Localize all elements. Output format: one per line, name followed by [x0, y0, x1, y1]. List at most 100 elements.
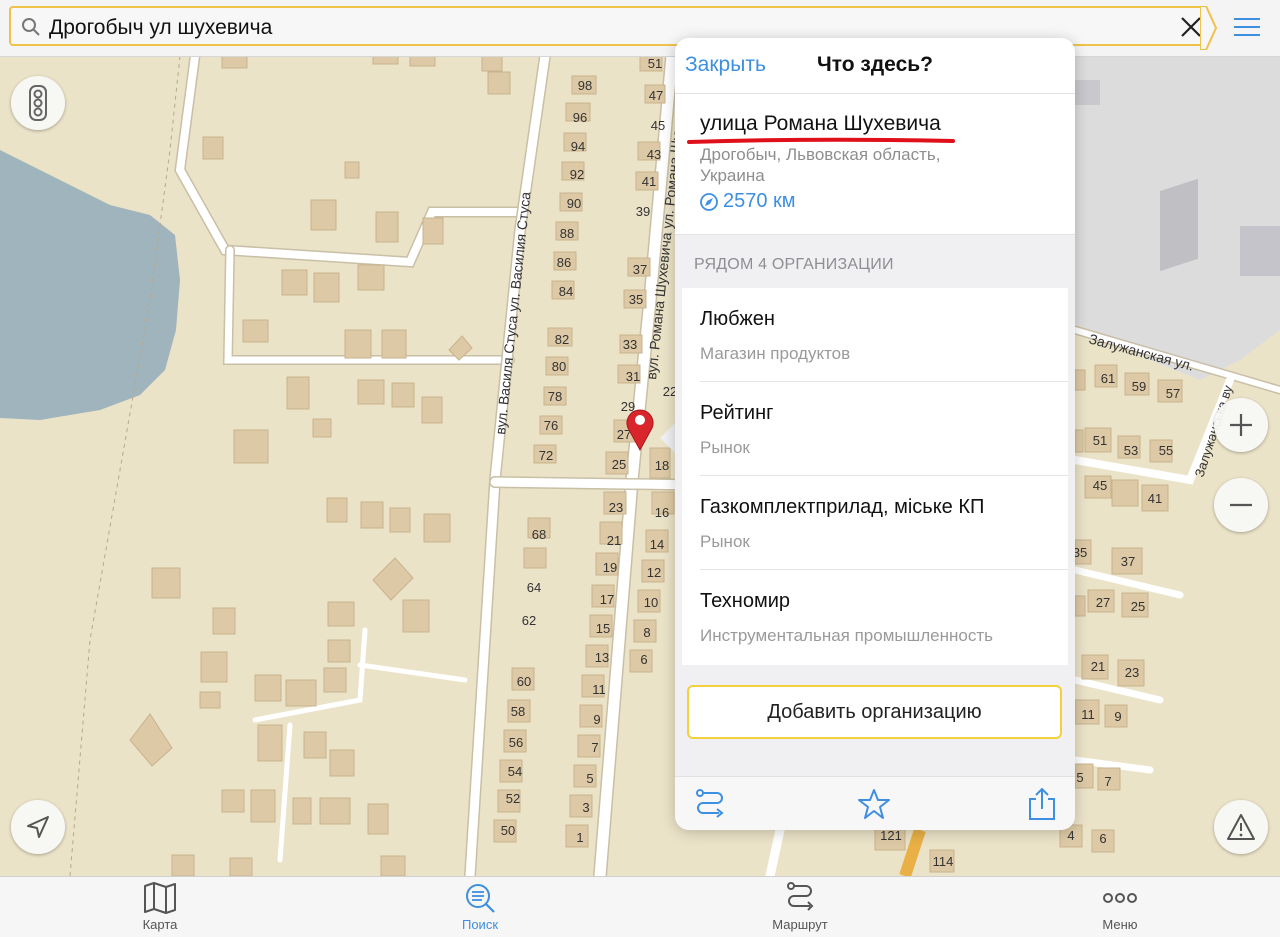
- svg-text:8: 8: [643, 625, 650, 640]
- route-icon: [787, 882, 814, 911]
- hamburger-menu-icon[interactable]: [1232, 15, 1262, 39]
- svg-text:61: 61: [1101, 371, 1115, 386]
- org-name: Техномир: [700, 590, 790, 612]
- svg-text:7: 7: [1104, 774, 1111, 789]
- svg-text:35: 35: [629, 292, 643, 307]
- tab-route[interactable]: Маршрут: [720, 877, 880, 937]
- org-item[interactable]: Газкомплектприлад, міське КП Рынок: [682, 476, 1068, 570]
- svg-text:19: 19: [603, 560, 617, 575]
- svg-text:43: 43: [647, 147, 661, 162]
- svg-text:9: 9: [1114, 709, 1121, 724]
- star-icon[interactable]: [857, 787, 891, 821]
- zoom-out-button[interactable]: [1214, 478, 1268, 532]
- org-type: Рынок: [700, 532, 750, 551]
- svg-text:84: 84: [559, 284, 573, 299]
- svg-text:41: 41: [1148, 491, 1162, 506]
- top-bar: Дрогобыч ул шухевича: [0, 0, 1280, 57]
- svg-text:98: 98: [578, 78, 592, 93]
- svg-text:64: 64: [527, 580, 541, 595]
- svg-text:17: 17: [600, 592, 614, 607]
- minus-icon: [1230, 503, 1252, 507]
- svg-text:82: 82: [555, 332, 569, 347]
- svg-text:62: 62: [522, 613, 536, 628]
- tab-bar: Карта Поиск Маршрут Меню: [0, 876, 1280, 937]
- svg-text:78: 78: [548, 389, 562, 404]
- organization-list: Любжен Магазин продуктов Рейтинг Рынок Г…: [682, 288, 1068, 665]
- tab-label: Карта: [142, 917, 178, 932]
- distance-value: 2570 км: [723, 190, 796, 212]
- map-icon: [144, 882, 176, 914]
- tab-label: Маршрут: [772, 917, 828, 932]
- svg-text:53: 53: [1124, 443, 1138, 458]
- svg-text:56: 56: [509, 735, 523, 750]
- svg-text:121: 121: [880, 828, 902, 843]
- svg-text:10: 10: [644, 595, 658, 610]
- map-canvas[interactable]: вул. Василя Стуса ул. Василия Стуса вул.…: [0, 0, 1280, 876]
- svg-text:86: 86: [557, 255, 571, 270]
- nearby-header: РЯДОМ 4 ОРГАНИЗАЦИИ: [694, 256, 894, 273]
- org-item[interactable]: Рейтинг Рынок: [682, 382, 1068, 476]
- svg-text:52: 52: [506, 791, 520, 806]
- svg-text:21: 21: [607, 533, 621, 548]
- share-icon[interactable]: [1025, 787, 1059, 821]
- nearby-section: РЯДОМ 4 ОРГАНИЗАЦИИ Любжен Магазин проду…: [675, 234, 1075, 777]
- svg-text:58: 58: [511, 704, 525, 719]
- svg-text:4: 4: [1067, 828, 1074, 843]
- svg-text:1: 1: [576, 830, 583, 845]
- svg-text:80: 80: [552, 359, 566, 374]
- org-type: Магазин продуктов: [700, 344, 851, 363]
- svg-text:33: 33: [623, 337, 637, 352]
- traffic-button[interactable]: [11, 76, 65, 130]
- svg-text:6: 6: [1099, 831, 1106, 846]
- svg-text:47: 47: [649, 88, 663, 103]
- svg-text:55: 55: [1159, 443, 1173, 458]
- svg-text:37: 37: [1121, 554, 1135, 569]
- tab-map[interactable]: Карта: [80, 877, 240, 937]
- svg-text:92: 92: [570, 167, 584, 182]
- svg-text:114: 114: [933, 854, 954, 869]
- popover-arrow: [660, 422, 676, 454]
- org-type: Инструментальная промышленность: [700, 626, 994, 645]
- add-organization-button[interactable]: Добавить организацию: [687, 685, 1062, 739]
- map-svg[interactable]: вул. Василя Стуса ул. Василия Стуса вул.…: [0, 0, 1280, 876]
- search-input[interactable]: Дрогобыч ул шухевича: [49, 16, 272, 40]
- search-icon: [22, 18, 40, 36]
- svg-text:68: 68: [532, 527, 546, 542]
- svg-text:25: 25: [612, 457, 626, 472]
- svg-text:14: 14: [650, 537, 664, 552]
- tab-label: Меню: [1102, 917, 1138, 932]
- org-name: Любжен: [700, 308, 775, 330]
- route-icon[interactable]: [693, 787, 727, 821]
- svg-text:41: 41: [642, 174, 656, 189]
- svg-text:88: 88: [560, 226, 574, 241]
- tab-menu[interactable]: Меню: [1040, 877, 1200, 937]
- my-location-button[interactable]: [11, 800, 65, 854]
- svg-text:45: 45: [651, 118, 665, 133]
- svg-text:59: 59: [1132, 379, 1146, 394]
- svg-text:57: 57: [1166, 386, 1180, 401]
- svg-text:51: 51: [648, 56, 662, 71]
- tab-search[interactable]: Поиск: [400, 877, 560, 937]
- zoom-in-button[interactable]: [1214, 398, 1268, 452]
- svg-text:31: 31: [626, 369, 640, 384]
- popover-actions: [675, 776, 1075, 830]
- distance-row: 2570 км: [699, 190, 796, 213]
- report-button[interactable]: [1214, 800, 1268, 854]
- address-block: улица Романа Шухевича Дрогобыч, Львовска…: [675, 94, 1075, 234]
- org-item[interactable]: Любжен Магазин продуктов: [682, 288, 1068, 382]
- search-arrow-icon: [1200, 6, 1218, 50]
- svg-text:51: 51: [1093, 433, 1107, 448]
- svg-text:3: 3: [582, 800, 589, 815]
- traffic-light-icon: [29, 85, 47, 121]
- svg-text:54: 54: [508, 764, 522, 779]
- svg-text:37: 37: [633, 262, 647, 277]
- tab-label: Поиск: [461, 917, 499, 932]
- org-name: Газкомплектприлад, міське КП: [700, 496, 985, 518]
- search-icon: [466, 884, 495, 913]
- location-arrow-icon: [27, 816, 49, 838]
- svg-text:7: 7: [591, 740, 598, 755]
- svg-text:21: 21: [1091, 659, 1105, 674]
- org-item[interactable]: Техномир Инструментальная промышленность: [682, 570, 1068, 664]
- svg-text:27: 27: [1096, 595, 1110, 610]
- svg-text:12: 12: [647, 565, 661, 580]
